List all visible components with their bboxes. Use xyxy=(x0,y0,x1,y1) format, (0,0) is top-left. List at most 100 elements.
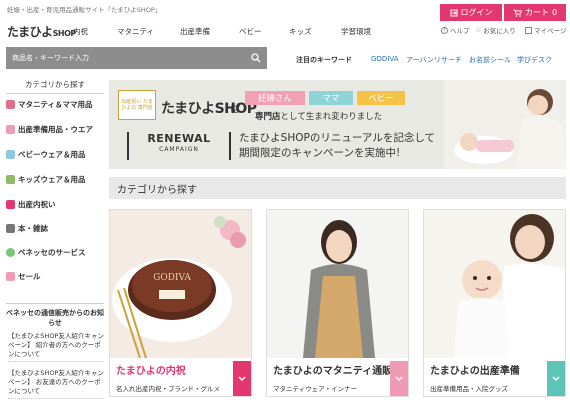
godiva-cake-image: GODIVA xyxy=(110,210,251,359)
gift-icon xyxy=(6,199,15,209)
card-title-rest: のマタニティ通販 xyxy=(312,366,393,377)
banner-sub-rest: として生まれ変わりました xyxy=(280,112,383,122)
site-logo[interactable]: たまひよSHOP xyxy=(7,23,76,40)
card-title: たまひよの出産準備 xyxy=(430,362,520,377)
maternity-woman-image xyxy=(267,210,408,358)
banner-badge: 出産祝い たまひよの 専門店 xyxy=(118,90,156,120)
cart-icon xyxy=(513,9,522,17)
keyword-link[interactable]: 学びデスク xyxy=(517,55,552,65)
category-card-birth-prep[interactable]: たまひよの出産準備 出産準備用品・入院グッズ xyxy=(423,209,566,397)
banner-subtitle: 専門店として生まれ変わりました xyxy=(255,110,382,122)
category-card-uchiiwai[interactable]: GODIVA たまひよの内祝 名入れ出産内祝・ブランド・グルメ xyxy=(109,209,252,397)
tag-pregnant: 妊婦さん xyxy=(245,91,305,105)
sidebar-item-baby-wear[interactable]: ベビーウェア＆用品 xyxy=(6,145,104,163)
nav-baby[interactable]: ベビー xyxy=(239,26,262,37)
nav-maternity[interactable]: マタニティ xyxy=(117,26,154,37)
cart-button[interactable]: カート 0 xyxy=(504,4,566,21)
card-photo xyxy=(267,210,408,358)
search-bar xyxy=(6,47,267,69)
favorites-label: お気に入り xyxy=(483,27,516,35)
book-icon xyxy=(6,223,15,233)
sidebar-item-uchiiwai[interactable]: 出産内祝い xyxy=(6,195,104,213)
banner-message-line2: 期間限定のキャンペーンを実施中! xyxy=(239,147,401,159)
card-arrow-button[interactable] xyxy=(390,361,408,396)
card-label: たまひよの出産準備 出産準備用品・入院グッズ xyxy=(424,358,565,396)
sidebar-heading: カテゴリから探す xyxy=(6,76,104,94)
sidebar-item-label: セール xyxy=(18,271,41,281)
card-title: たまひよのマタニティ通販 xyxy=(273,362,392,377)
help-icon: ? xyxy=(441,26,448,34)
mother-baby-image xyxy=(424,210,565,358)
card-subtitle: マタニティウェア・インナー xyxy=(273,385,358,393)
notice-heading: ベネッセの通信販売からのお知らせ xyxy=(6,303,104,328)
tag-baby: ベビー xyxy=(357,91,405,105)
renewal-title: RENEWAL xyxy=(147,132,211,145)
card-arrow-button[interactable] xyxy=(233,361,251,396)
banner-brand: たまひよSHOP xyxy=(161,101,257,117)
category-section-title: カテゴリから探す xyxy=(109,177,566,199)
card-subtitle: 出産準備用品・入院グッズ xyxy=(430,385,508,393)
notice-link[interactable]: 【たまひよSHOP友人紹介キャンペーン】 紹介者の方へのクーポンについて xyxy=(8,332,104,362)
category-card-maternity[interactable]: たまひよのマタニティ通販 マタニティウェア・インナー xyxy=(266,209,409,397)
renewal-banner[interactable]: 出産祝い たまひよの 専門店 たまひよSHOP は 妊婦さん ママ ベビー 専門… xyxy=(109,80,566,169)
search-input[interactable] xyxy=(6,47,245,69)
site-tagline: 妊娠・出産・育児用品通販サイト「たまひよSHOP」 xyxy=(7,6,162,14)
banner-message: たまひよSHOPのリニューアルを記念して 期間限定のキャンペーンを実施中! xyxy=(239,131,435,161)
keyword-link[interactable]: GODIVA xyxy=(371,55,399,63)
nav-birth-prep[interactable]: 出産準備 xyxy=(180,26,210,37)
sidebar-item-label: 出産準備用品・ウエア xyxy=(18,124,93,134)
sidebar-item-sale[interactable]: セール xyxy=(6,267,104,285)
login-icon xyxy=(450,9,457,16)
banner-message-line1: たまひよSHOPのリニューアルを記念して xyxy=(239,132,436,144)
card-subtitle: 名入れ出産内祝・ブランド・グルメ xyxy=(116,385,220,393)
login-button[interactable]: ログイン xyxy=(440,4,502,21)
nav-learning[interactable]: 学習環境 xyxy=(341,26,371,37)
logo-text: たまひよ xyxy=(7,25,53,39)
cart-count: 0 xyxy=(551,8,558,17)
sidebar-item-label: キッズウェア＆用品 xyxy=(18,174,86,184)
godiva-logo-text: GODIVA xyxy=(153,273,191,283)
search-icon xyxy=(251,53,261,63)
nav-kids[interactable]: キッズ xyxy=(289,26,312,37)
favorites-link[interactable]: ☆ お気に入り xyxy=(475,25,516,35)
card-title-rest: の出産準備 xyxy=(469,366,520,377)
help-link[interactable]: ? ヘルプ xyxy=(441,25,470,35)
sidebar-item-label: 本・雑誌 xyxy=(18,223,48,233)
card-title-brand: たまひよ xyxy=(430,366,470,377)
baby-bottle-icon xyxy=(6,124,15,134)
keyword-link[interactable]: お名前シール xyxy=(469,55,511,65)
page: 妊娠・出産・育児用品通販サイト「たまひよSHOP」 たまひよSHOP 内祝 マタ… xyxy=(0,0,570,406)
banner-sub-bold: 専門店 xyxy=(255,112,281,122)
card-arrow-button[interactable] xyxy=(547,361,565,396)
clover-icon xyxy=(6,247,15,257)
login-label: ログイン xyxy=(460,8,493,17)
chevron-down-icon xyxy=(238,375,246,381)
notice-link[interactable]: 【たまひよSHOP友人紹介キャンペーン】 お友達の方へのクーポンについて xyxy=(8,369,104,399)
sidebar-item-label: 出産内祝い xyxy=(18,199,56,209)
card-title-brand: たまひよ xyxy=(273,366,313,377)
mypage-icon xyxy=(525,26,532,34)
card-photo: GODIVA xyxy=(110,210,251,359)
sidebar-item-kids-wear[interactable]: キッズウェア＆用品 xyxy=(6,170,104,188)
mypage-link[interactable]: マイページ xyxy=(525,25,566,35)
tag-mama: ママ xyxy=(309,91,353,105)
cart-label: カート xyxy=(524,8,549,17)
nav-uchiiwai[interactable]: 内祝 xyxy=(73,26,88,37)
card-photo xyxy=(424,210,565,358)
mypage-label: マイページ xyxy=(534,27,567,35)
banner-particle: は xyxy=(230,102,241,115)
sale-tag-icon xyxy=(6,271,15,281)
sidebar-item-benesse-service[interactable]: ベネッセのサービス xyxy=(6,243,104,261)
banner-photo xyxy=(444,80,566,169)
sidebar-item-label: マタニティ＆ママ用品 xyxy=(18,99,93,109)
search-button[interactable] xyxy=(245,47,267,69)
maternity-icon xyxy=(6,99,15,109)
sidebar-item-birth-prep[interactable]: 出産準備用品・ウエア xyxy=(6,120,104,138)
sidebar-item-maternity[interactable]: マタニティ＆ママ用品 xyxy=(6,95,104,113)
sidebar-item-books[interactable]: 本・雑誌 xyxy=(6,219,104,237)
chevron-down-icon xyxy=(552,375,560,381)
sidebar-item-label: ベネッセのサービス xyxy=(18,247,86,257)
sidebar-item-label: ベビーウェア＆用品 xyxy=(18,149,86,159)
keyword-link[interactable]: アーバンリサーチ xyxy=(406,55,462,65)
card-title: たまひよの内祝 xyxy=(116,362,186,377)
